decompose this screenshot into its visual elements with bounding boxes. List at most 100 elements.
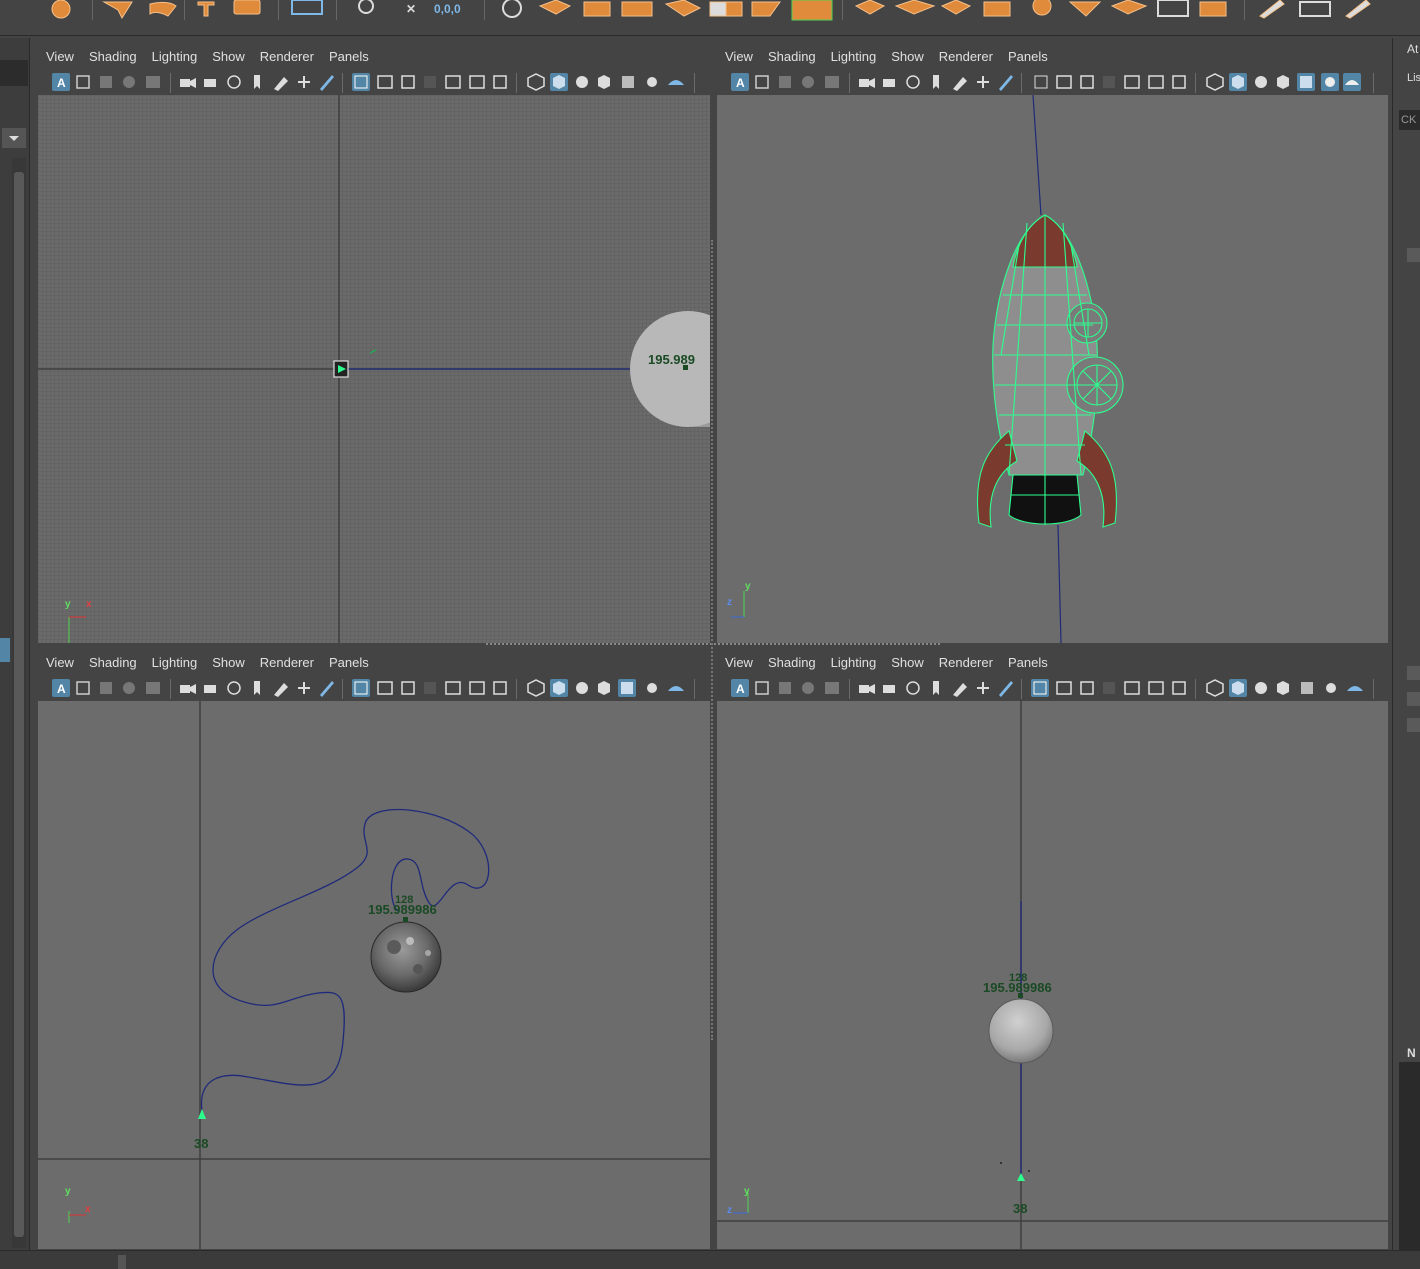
menu-renderer[interactable]: Renderer [260,655,314,670]
menu-lighting[interactable]: Lighting [831,49,877,64]
safe-title-icon [1172,75,1186,89]
wireframe-on-shaded-icon [598,75,610,89]
wireframe-on-shaded-icon [598,681,610,695]
shadows-icon [1347,686,1363,691]
film-gate-toggle-icon [1056,75,1072,89]
moon-crater [425,950,431,956]
front-viewport[interactable]: 195.989986 128 38 y z [717,701,1388,1249]
resolution-gate-icon [401,75,415,89]
paint-brush-icon [320,75,334,91]
axis-z-label: z [727,597,732,608]
camera-icon [180,684,196,694]
menu-view[interactable]: View [725,655,753,670]
shelf-paint-icon [1345,0,1371,19]
panel-toolbar-icons: A [731,73,1374,93]
menu-renderer[interactable]: Renderer [260,49,314,64]
lock-camera-icon [204,685,216,693]
wireframe-on-shaded-icon [1277,681,1289,695]
persp-viewport-canvas [731,95,1124,643]
wireframe-icon [1206,679,1224,697]
menu-view[interactable]: View [725,49,753,64]
lights-icon [647,77,657,87]
menu-panels[interactable]: Panels [329,49,369,64]
separator [1021,679,1022,699]
menu-show[interactable]: Show [212,655,245,670]
menu-shading[interactable]: Shading [768,655,816,670]
axis-y-label: y [65,599,71,610]
panel-menubar: View Shading Lighting Show Renderer Pane… [38,649,710,675]
select-camera-icon: A [736,76,745,90]
menu-lighting[interactable]: Lighting [831,655,877,670]
grease-pencil-icon [274,683,288,697]
vertical-splitter[interactable] [711,240,714,1040]
notes-field[interactable] [1399,1062,1420,1252]
shelf-reset-icon[interactable]: ✕ [406,2,416,16]
motion-path-line [1032,95,1042,216]
left-scrollbar[interactable] [12,158,26,1248]
rocket-marker-label: 38 [1013,1201,1028,1216]
moon-crater [387,940,401,954]
side-viewport[interactable]: 195.989986 128 38 y x [38,701,710,1249]
menu-shading[interactable]: Shading [89,655,137,670]
collapse-arrow-icon[interactable] [1407,248,1420,262]
sphere-overlay-value: 195.989 [648,352,695,367]
menu-panels[interactable]: Panels [329,655,369,670]
separator [170,679,171,699]
safe-title-icon [493,681,507,695]
safe-action-icon [469,681,485,695]
scrollbar-thumb[interactable] [14,172,24,1237]
menu-shading[interactable]: Shading [89,49,137,64]
menu-view[interactable]: View [46,49,74,64]
shelf-toolbar: 0,0,0 ✕ [0,0,1420,36]
film-gate-icon [227,75,241,89]
shelf-combine-icon [1110,0,1148,15]
motion-path-curve [200,808,490,1112]
lock-camera-icon [883,685,895,693]
expand-arrow-icon[interactable] [1407,692,1420,706]
menu-renderer[interactable]: Renderer [939,49,993,64]
attribute-field[interactable]: CK [1399,110,1420,130]
menu-lighting[interactable]: Lighting [152,655,198,670]
lights-icon [647,683,657,693]
menu-show[interactable]: Show [891,49,924,64]
left-dropdown[interactable] [2,128,26,148]
expand-arrow-icon[interactable] [1407,718,1420,732]
shelf-quadrangulate-icon [1032,0,1052,16]
debris-dot [1028,1170,1030,1172]
grease-pencil-icon [953,77,967,91]
persp-viewport[interactable]: y z [717,95,1388,643]
shelf-separator [1244,0,1245,20]
bookmarks-icon [100,682,112,694]
attribute-editor-tab[interactable]: At [1407,42,1418,56]
lock-camera-icon [883,79,895,87]
moon-pivot [403,917,408,922]
shelf-origin-label[interactable]: 0,0,0 [434,2,461,16]
front-viewport-canvas [717,701,1388,1249]
menu-shading[interactable]: Shading [768,49,816,64]
menu-panels[interactable]: Panels [1008,655,1048,670]
separator [516,73,517,93]
menu-lighting[interactable]: Lighting [152,49,198,64]
bottom-bar-handle[interactable] [118,1255,126,1269]
field-chart-icon [445,681,461,695]
top-viewport[interactable]: 195.989 y x [38,95,710,643]
shelf-bridge-icon [621,1,653,17]
paint-brush-icon [999,75,1013,91]
panel-menubar: View Shading Lighting Show Renderer Pane… [717,649,1388,675]
separator [342,73,343,93]
film-gate-icon [906,681,920,695]
menu-renderer[interactable]: Renderer [939,655,993,670]
wireframe-icon [527,73,545,91]
left-field[interactable] [0,60,28,86]
bookmark-flag-icon [254,681,260,695]
menu-view[interactable]: View [46,655,74,670]
menu-panels[interactable]: Panels [1008,49,1048,64]
menu-show[interactable]: Show [891,655,924,670]
panel-toolbar-icons: A [731,679,1374,699]
expand-arrow-icon[interactable] [1407,666,1420,680]
menu-show[interactable]: Show [212,49,245,64]
lock-camera-icon [204,79,216,87]
grid-toggle-icon [1034,75,1048,89]
default-material-icon [1255,76,1267,88]
grease-pencil-icon [274,77,288,91]
